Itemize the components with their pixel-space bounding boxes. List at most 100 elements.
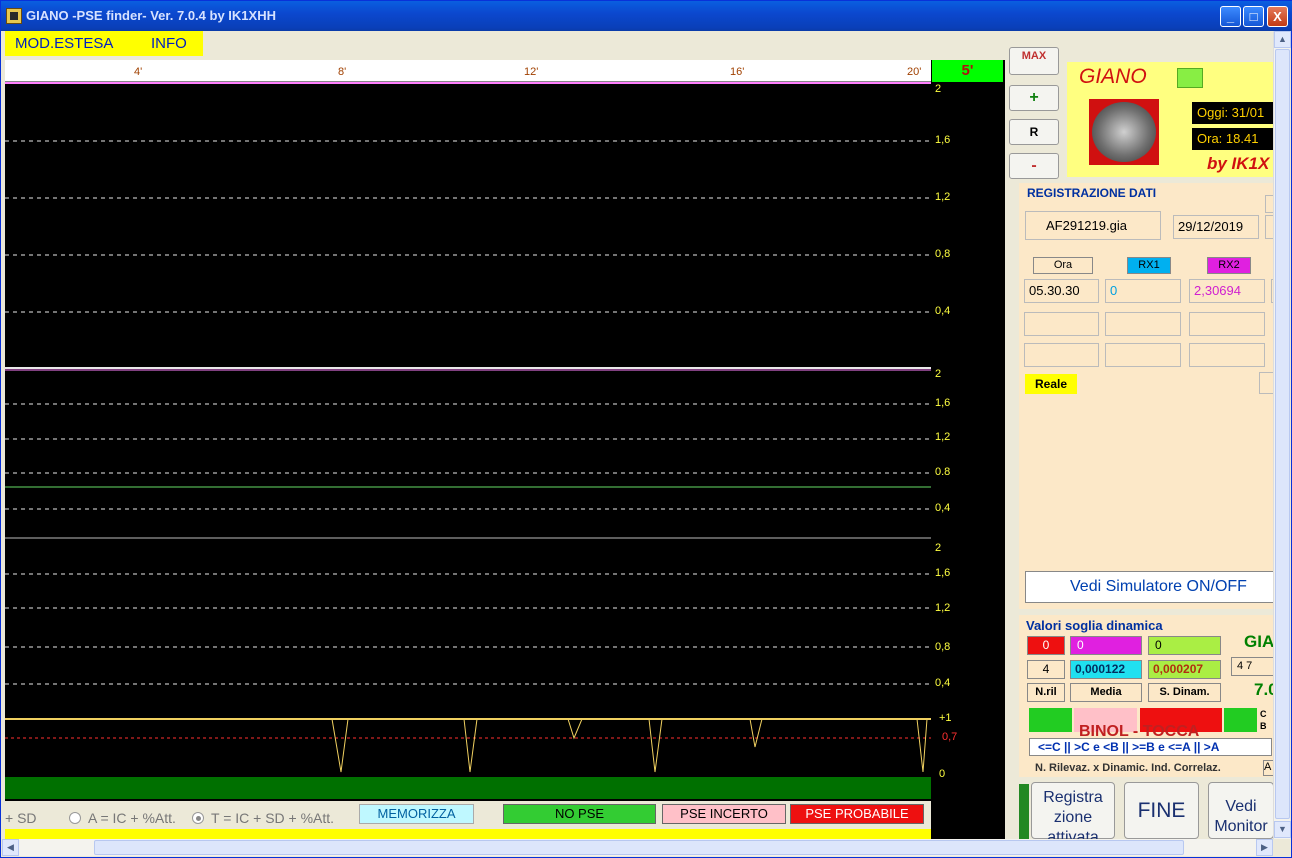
- scroll-right-icon[interactable]: ▶: [1256, 839, 1273, 856]
- signal-plot: [5, 82, 931, 773]
- side-numbers: 4 7: [1231, 657, 1277, 676]
- col-rx2-header: RX2: [1207, 257, 1251, 274]
- status-led: [1177, 68, 1203, 88]
- radio-a[interactable]: [69, 812, 81, 824]
- nril-value: 4: [1027, 660, 1065, 679]
- horizontal-scrollbar[interactable]: ◀ ▶: [2, 839, 1273, 856]
- y-tick: 0,8: [935, 248, 951, 260]
- radio-t[interactable]: [192, 812, 204, 824]
- janus-coin-logo: [1089, 99, 1159, 165]
- y-tick: 0,7: [942, 731, 958, 743]
- correlation-trace: [5, 718, 928, 773]
- minimize-button[interactable]: _: [1220, 6, 1241, 27]
- author-byline: by IK1X: [1207, 154, 1270, 173]
- close-icon: X: [1273, 9, 1282, 24]
- y-tick: 0,4: [935, 502, 951, 514]
- filename-field[interactable]: AF291219.gia: [1025, 211, 1161, 240]
- app-logo-title: GIANO: [1079, 65, 1147, 88]
- value-magenta: 0: [1070, 636, 1142, 655]
- close-button[interactable]: X: [1267, 6, 1288, 27]
- coin-image: [1092, 102, 1156, 162]
- today-date: Oggi: 31/01: [1192, 102, 1282, 124]
- minimize-icon: _: [1226, 9, 1235, 24]
- no-pse-indicator: NO PSE: [503, 804, 656, 824]
- logo-panel: GIANO Oggi: 31/01 Ora: 18.41 by IK1X: [1067, 62, 1282, 177]
- option-t-label: T = IC + SD + %Att.: [211, 810, 335, 826]
- yellow-bar: [5, 829, 931, 839]
- value-green: 0: [1148, 636, 1221, 655]
- y-tick: 1,6: [935, 397, 951, 409]
- vedi-monitor-button[interactable]: Vedi Monitor: [1208, 782, 1274, 839]
- option-sd-label: + SD: [5, 810, 37, 826]
- rx1-value: 0: [1105, 279, 1181, 303]
- registrazione-panel: REGISTRAZIONE DATI AF291219.gia 29/12/20…: [1019, 183, 1277, 609]
- green-marker: [1019, 784, 1029, 839]
- empty-field: [1105, 343, 1181, 367]
- empty-field: [1189, 343, 1265, 367]
- simulatore-toggle-button[interactable]: Vedi Simulatore ON/OFF: [1025, 571, 1277, 603]
- registra-button[interactable]: Registra zione attivata: [1031, 782, 1115, 846]
- nril-label: N.ril: [1027, 683, 1065, 702]
- status-strip: [5, 777, 931, 799]
- vertical-scroll-thumb[interactable]: [1275, 49, 1290, 819]
- ora-value: 05.30.30: [1024, 279, 1099, 303]
- y-tick: 0,4: [935, 305, 951, 317]
- y-tick: 1,2: [935, 602, 951, 614]
- window-title: GIANO -PSE finder- Ver. 7.0.4 by IK1XHH: [26, 8, 276, 23]
- col-rx1-header: RX1: [1127, 257, 1171, 274]
- media-value: 0,000122: [1070, 660, 1142, 679]
- gia-label: GIA: [1244, 632, 1275, 651]
- menu-info[interactable]: INFO: [151, 35, 187, 52]
- y-tick: 1,6: [935, 134, 951, 146]
- menu-bar: MOD.ESTESA INFO: [5, 31, 203, 56]
- sdinam-value: 0,000207: [1148, 660, 1221, 679]
- green-indicator: [1029, 708, 1072, 732]
- empty-field: [1189, 312, 1265, 336]
- scroll-left-icon[interactable]: ◀: [2, 839, 19, 856]
- option-a-label: A = IC + %Att.: [88, 810, 176, 826]
- max-button[interactable]: MAX: [1009, 47, 1059, 75]
- logic-legend: <=C || >C e <B || >=B e <=A || >A: [1029, 738, 1272, 756]
- reset-button[interactable]: R: [1009, 119, 1059, 145]
- horizontal-scroll-thumb[interactable]: [94, 840, 1184, 855]
- app-window: GIANO -PSE finder- Ver. 7.0.4 by IK1XHH …: [0, 0, 1292, 858]
- y-tick: 2: [935, 368, 942, 380]
- nrilevaz-legend: N. Rilevaz. x Dinamic. Ind. Correlaz.: [1029, 760, 1263, 776]
- pse-probabile-indicator: PSE PROBABILE: [790, 804, 924, 824]
- pse-incerto-indicator: PSE INCERTO: [662, 804, 786, 824]
- soglia-title: Valori soglia dinamica: [1026, 618, 1163, 633]
- sdinam-label: S. Dinam.: [1148, 683, 1221, 702]
- y-tick: 2: [935, 542, 942, 554]
- y-tick: 1,2: [935, 191, 951, 203]
- y-tick: 0: [939, 768, 946, 780]
- y-tick: 0,4: [935, 677, 951, 689]
- graph-area: 4' 8' 12' 16' 20' 5' 2 1,6 1,2 0,8 0,4 2…: [5, 60, 1005, 839]
- memorizza-button[interactable]: MEMORIZZA: [359, 804, 474, 824]
- media-label: Media: [1070, 683, 1142, 702]
- maximize-icon: □: [1249, 9, 1258, 24]
- zoom-minus-button[interactable]: -: [1009, 153, 1059, 179]
- y-tick: 1,6: [935, 567, 951, 579]
- current-time: Ora: 18.41: [1192, 128, 1282, 150]
- zoom-plus-button[interactable]: +: [1009, 85, 1059, 111]
- threshold-options: + SD A = IC + %Att. T = IC + SD + %Att. …: [5, 801, 931, 829]
- y-tick: 1,2: [935, 431, 951, 443]
- empty-field: [1024, 312, 1099, 336]
- title-bar[interactable]: GIANO -PSE finder- Ver. 7.0.4 by IK1XHH …: [1, 1, 1292, 31]
- mode-badge: Reale: [1025, 374, 1077, 394]
- soglia-panel: Valori soglia dinamica 0 0 0 4 0,000122 …: [1019, 615, 1278, 777]
- maximize-button[interactable]: □: [1243, 6, 1264, 27]
- fine-button[interactable]: FINE: [1124, 782, 1199, 839]
- y-tick: 0,8: [935, 641, 951, 653]
- y-tick: 2: [935, 83, 942, 95]
- rx2-value: 2,30694: [1189, 279, 1265, 303]
- scroll-down-icon[interactable]: ▼: [1274, 821, 1291, 838]
- vertical-scrollbar[interactable]: ▲ ▼: [1273, 31, 1291, 839]
- date-field[interactable]: 29/12/2019: [1173, 215, 1259, 239]
- col-ora-header: Ora: [1033, 257, 1093, 274]
- registrazione-title: REGISTRAZIONE DATI: [1027, 186, 1157, 200]
- scroll-up-icon[interactable]: ▲: [1274, 31, 1291, 48]
- y-tick: 0.8: [935, 466, 951, 478]
- menu-mod-estesa[interactable]: MOD.ESTESA: [15, 35, 113, 52]
- empty-field: [1105, 312, 1181, 336]
